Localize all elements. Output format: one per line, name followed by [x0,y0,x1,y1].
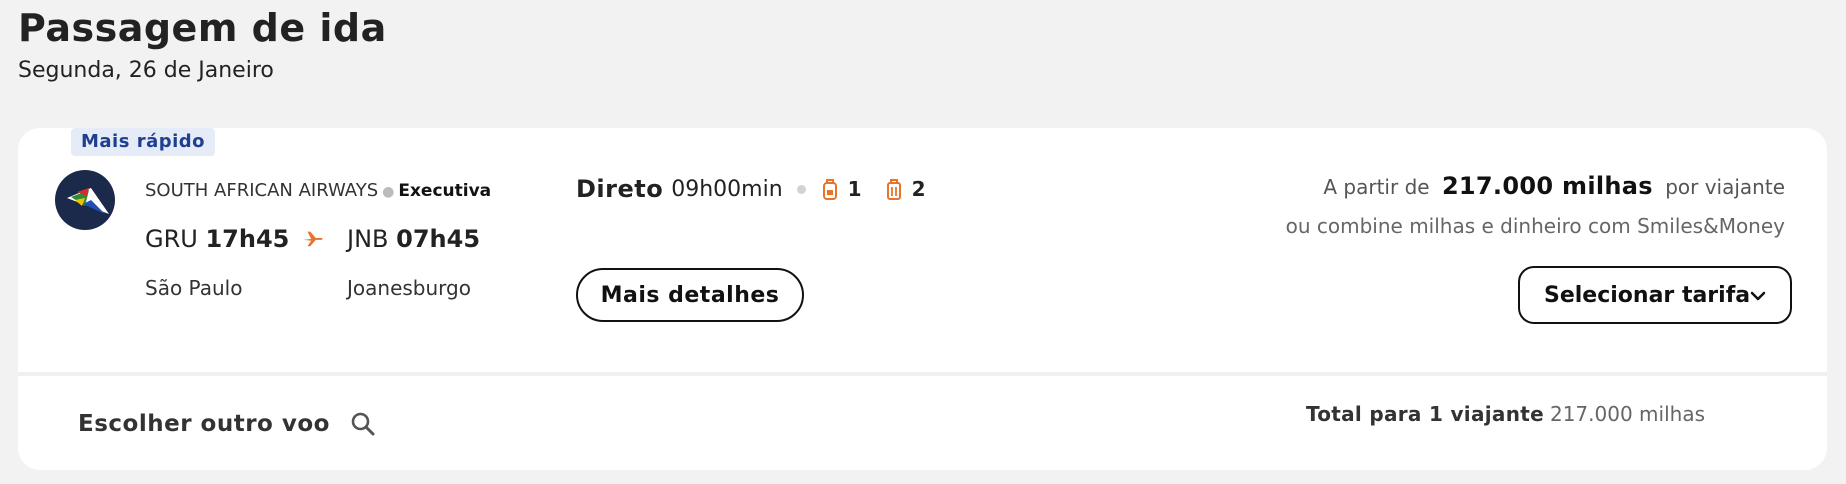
dest-time: 07h45 [396,225,481,253]
suitcase-icon [886,179,901,200]
search-icon[interactable] [350,411,376,437]
price-suffix: por viajante [1665,175,1785,199]
origin-code: GRU [145,225,198,253]
carry-on-count: 1 [847,177,862,201]
price-prefix: A partir de [1323,175,1430,199]
total-label: Total para 1 viajante [1305,402,1544,426]
checked-bag-count: 2 [911,177,926,201]
plane-icon [303,231,323,247]
separator-dot [796,184,806,194]
total-value: 217.000 milhas [1549,402,1705,426]
price-amount: 217.000 milhas [1441,172,1653,200]
select-fare-button[interactable]: Selecionar tarifa [1518,266,1792,324]
separator-dot: ● [382,184,395,200]
dest-time-row: JNB 07h45 [347,225,480,253]
fare-class: Executiva [398,181,492,201]
flight-card: Mais rápido SOUTH AFRICAN AIRWAYS ● Execut… [18,128,1827,470]
origin-city: São Paulo [145,276,243,300]
choose-other-flight-label: Escolher outro voo [78,411,330,437]
duration: 09h00min [671,176,783,202]
dest-city: Joanesburgo [347,276,471,300]
backpack-icon [822,179,837,200]
dest-code: JNB [347,225,389,253]
airline-info: SOUTH AFRICAN AIRWAYS ● Executiva [145,180,491,201]
page-subtitle: Segunda, 26 de Janeiro [18,58,274,83]
flight-summary: Direto 09h00min 1 2 [576,172,950,206]
chevron-down-icon [1750,291,1766,301]
combine-text: ou combine milhas e dinheiro com Smiles&… [1285,214,1785,238]
airline-logo-icon [55,170,115,230]
stops-label: Direto [576,175,664,203]
more-details-button[interactable]: Mais detalhes [576,268,804,322]
origin-time: 17h45 [205,225,290,253]
airline-name: SOUTH AFRICAN AIRWAYS [145,180,379,201]
origin-time-row: GRU 17h45 [145,225,289,253]
total-line: Total para 1 viajante 217.000 milhas [1306,402,1705,426]
choose-other-flight-button[interactable]: Escolher outro voo [78,404,376,444]
select-fare-label: Selecionar tarifa [1544,282,1751,308]
fastest-badge: Mais rápido [71,128,216,156]
card-divider [18,372,1827,376]
page-title: Passagem de ida [18,6,387,50]
price-line: A partir de 217.000 milhas por viajante [1323,172,1785,200]
